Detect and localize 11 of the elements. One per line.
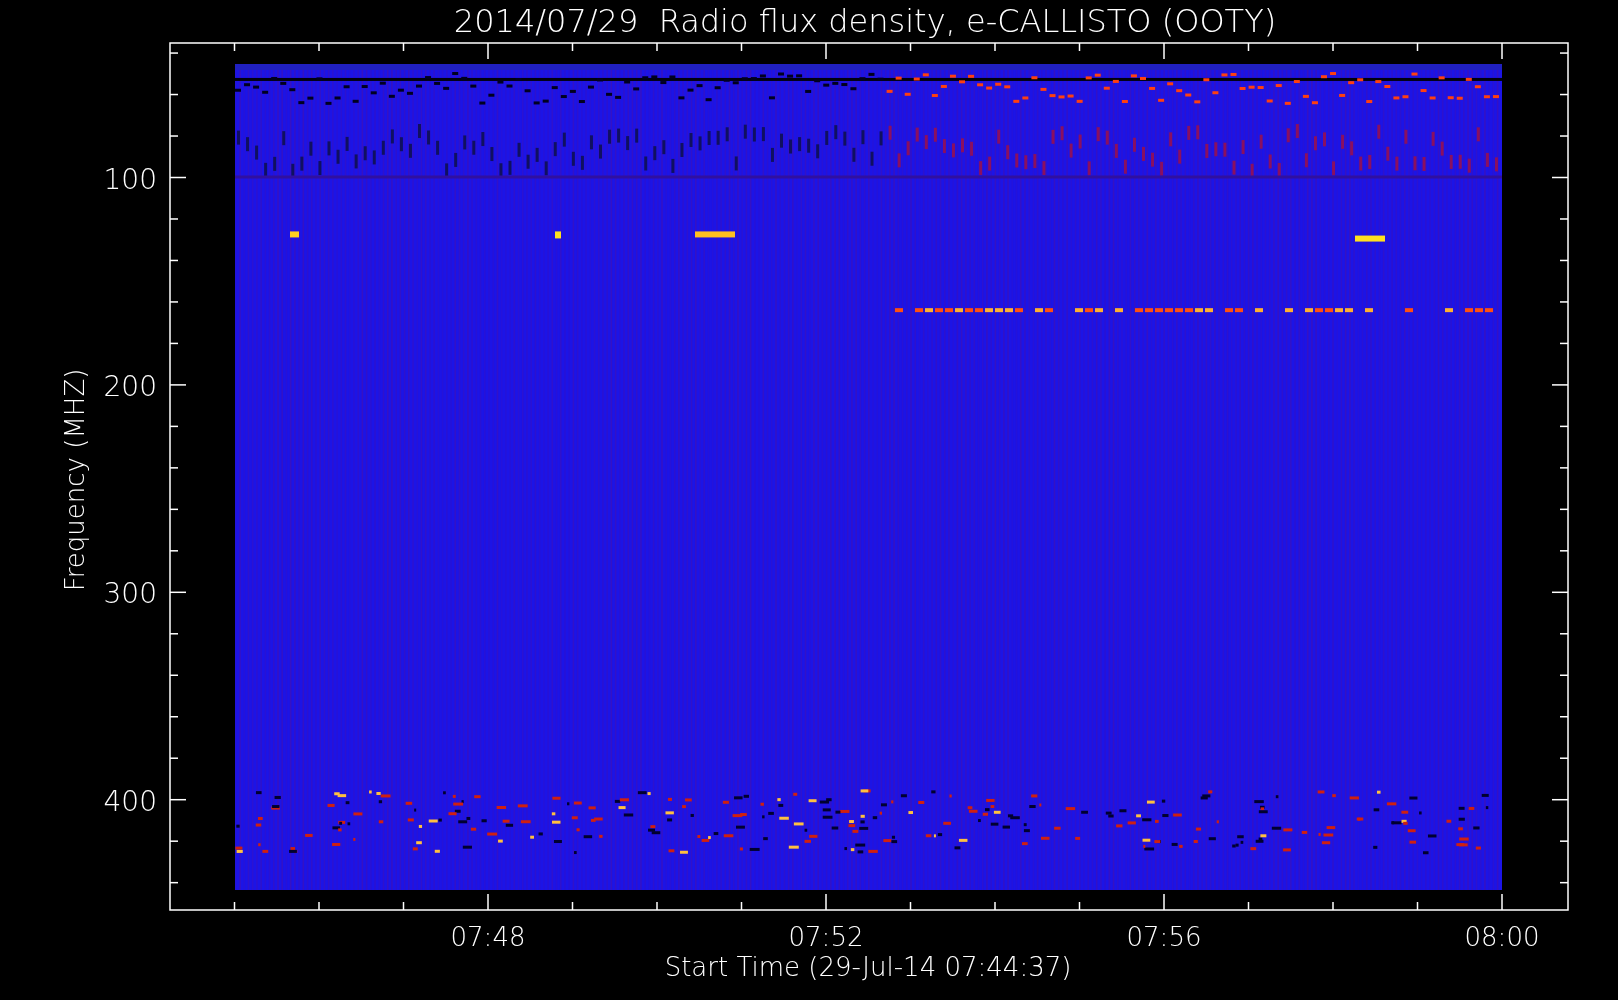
x-tick-label: 08:00 (1464, 922, 1540, 952)
x-tick-label: 07:48 (450, 922, 526, 952)
y-tick-label: 300 (103, 577, 157, 611)
x-tick-label: 07:56 (1126, 922, 1202, 952)
y-tick-label: 400 (103, 784, 157, 818)
y-tick-label: 200 (103, 369, 157, 403)
x-axis-label: Start Time (29-Jul-14 07:44:37) (664, 952, 1072, 982)
y-tick-label: 100 (103, 162, 157, 196)
plot-title: 2014/07/29 Radio flux density, e-CALLISTO (OOTY) (453, 2, 1277, 40)
x-tick-label: 07:52 (788, 922, 864, 952)
y-axis-label: Frequency (MHZ) (60, 368, 90, 592)
